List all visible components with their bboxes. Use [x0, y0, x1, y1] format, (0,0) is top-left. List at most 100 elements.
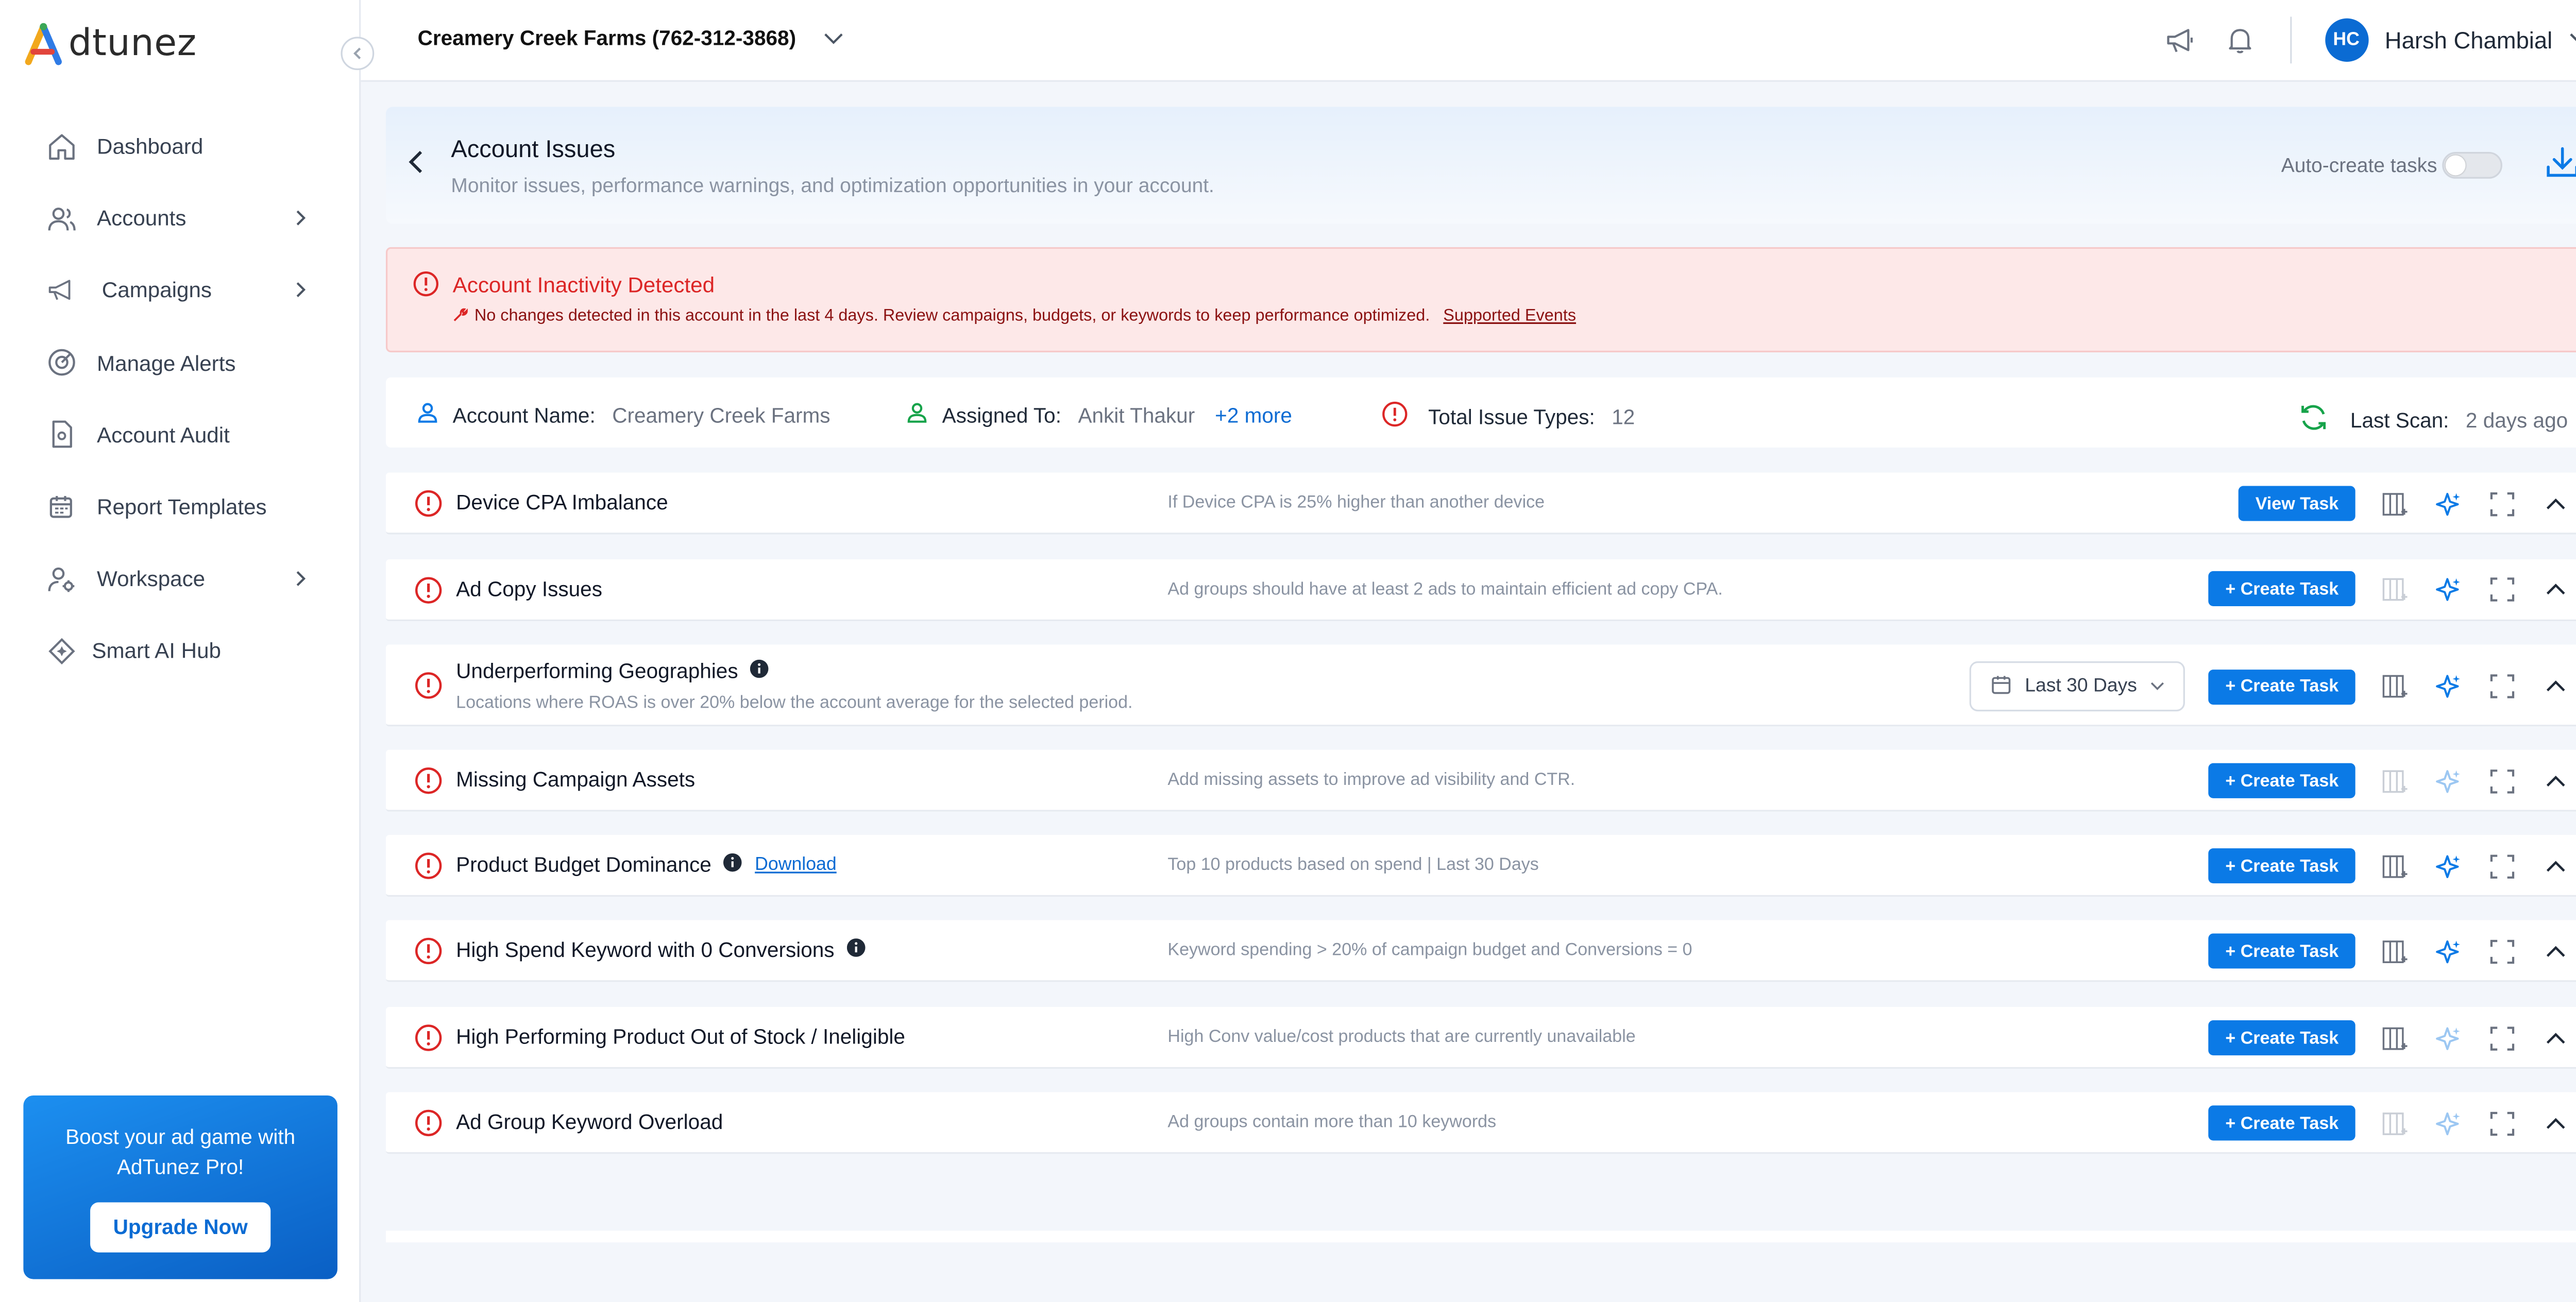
page-subtitle: Monitor issues, performance warnings, an… — [451, 174, 1214, 197]
columns-icon[interactable] — [2382, 1024, 2409, 1051]
sidebar-item-report-templates[interactable]: Report Templates — [0, 471, 361, 543]
columns-icon[interactable] — [2382, 938, 2409, 965]
document-icon — [47, 420, 77, 450]
issue-actions: + Create Task — [2208, 1105, 2569, 1141]
create-task-button[interactable]: + Create Task — [2208, 933, 2355, 969]
issue-row[interactable]: Device CPA Imbalance If Device CPA is 25… — [385, 472, 2576, 535]
chevron-up-icon[interactable] — [2543, 575, 2569, 602]
download-link[interactable]: Download — [755, 855, 837, 875]
alert-circle-icon — [414, 937, 443, 973]
issue-row[interactable]: Product Budget Dominance Download Top 10… — [385, 835, 2576, 897]
columns-icon[interactable] — [2382, 575, 2409, 602]
view-task-button[interactable]: View Task — [2239, 486, 2355, 521]
chevron-down-icon[interactable] — [2569, 25, 2576, 55]
expand-icon[interactable] — [2489, 1110, 2516, 1137]
alert-body-row: No changes detected in this account in t… — [453, 307, 1576, 326]
ai-sparkle-icon[interactable] — [2435, 673, 2462, 700]
expand-icon[interactable] — [2489, 938, 2516, 965]
columns-icon[interactable] — [2382, 767, 2409, 794]
issue-description: If Device CPA is 25% higher than another… — [1167, 492, 1545, 513]
promo-text: Boost your ad game with AdTunez Pro! — [65, 1125, 296, 1179]
columns-icon[interactable] — [2382, 673, 2409, 700]
chevron-up-icon[interactable] — [2543, 490, 2569, 517]
last-scan-label: Last Scan: — [2350, 408, 2449, 432]
create-task-button[interactable]: + Create Task — [2208, 1020, 2355, 1056]
expand-icon[interactable] — [2489, 1024, 2516, 1051]
ai-sparkle-icon[interactable] — [2435, 1024, 2462, 1051]
user-name[interactable]: Harsh Chambial — [2385, 27, 2552, 54]
issue-title: Ad Group Keyword Overload — [456, 1110, 723, 1134]
ai-sparkle-icon[interactable] — [2435, 490, 2462, 517]
download-icon[interactable] — [2544, 144, 2576, 189]
info-icon[interactable] — [846, 938, 865, 962]
account-name-value: Creamery Creek Farms — [612, 403, 831, 427]
ai-sparkle-icon[interactable] — [2435, 938, 2462, 965]
account-selector[interactable]: Creamery Creek Farms (762-312-3868) — [418, 27, 843, 50]
expand-icon[interactable] — [2489, 490, 2516, 517]
create-task-button[interactable]: + Create Task — [2208, 763, 2355, 798]
sparkle-diamond-icon — [47, 636, 77, 666]
issue-actions: + Create Task — [2208, 571, 2569, 606]
expand-icon[interactable] — [2489, 767, 2516, 794]
issue-row[interactable]: High Spend Keyword with 0 Conversions Ke… — [385, 920, 2576, 982]
supported-events-link[interactable]: Supported Events — [1443, 307, 1576, 326]
bell-icon[interactable] — [2219, 20, 2260, 60]
date-range-value: Last 30 Days — [2025, 676, 2137, 697]
alert-title: Account Inactivity Detected — [452, 272, 715, 298]
announcements-icon[interactable] — [2159, 20, 2199, 60]
create-task-button[interactable]: + Create Task — [2208, 571, 2355, 606]
expand-icon[interactable] — [2489, 673, 2516, 700]
users-icon — [47, 203, 77, 233]
issue-row[interactable]: Missing Campaign Assets Add missing asse… — [385, 749, 2576, 812]
chevron-up-icon[interactable] — [2543, 1110, 2569, 1137]
sidebar-item-dashboard[interactable]: Dashboard — [0, 110, 361, 182]
ai-sparkle-icon[interactable] — [2435, 852, 2462, 879]
assigned-to-value: Ankit Thakur — [1078, 403, 1195, 427]
alert-circle-icon — [414, 489, 443, 526]
create-task-button[interactable]: + Create Task — [2208, 669, 2355, 704]
create-task-button[interactable]: + Create Task — [2208, 1105, 2355, 1141]
assigned-more-link[interactable]: +2 more — [1215, 403, 1292, 426]
issue-row[interactable]: Ad Group Keyword Overload Ad groups cont… — [385, 1092, 2576, 1154]
chevron-down-icon — [2150, 676, 2165, 696]
avatar[interactable]: HC — [2325, 18, 2368, 62]
target-icon — [47, 348, 77, 378]
columns-icon[interactable] — [2382, 490, 2409, 517]
alert-circle-icon — [1381, 401, 1408, 433]
sidebar-item-manage-alerts[interactable]: Manage Alerts — [0, 327, 361, 399]
chevron-up-icon[interactable] — [2543, 938, 2569, 965]
refresh-icon[interactable] — [2297, 401, 2330, 439]
ai-sparkle-icon[interactable] — [2435, 767, 2462, 794]
back-arrow-icon[interactable] — [406, 149, 426, 184]
sidebar-item-accounts[interactable]: Accounts — [0, 182, 361, 254]
ai-sparkle-icon[interactable] — [2435, 575, 2462, 602]
columns-icon[interactable] — [2382, 1110, 2409, 1137]
columns-icon[interactable] — [2382, 852, 2409, 879]
info-icon[interactable] — [750, 659, 768, 683]
auto-create-toggle[interactable] — [2442, 152, 2502, 179]
sidebar-item-label: Accounts — [97, 205, 187, 231]
issue-row[interactable]: Ad Copy Issues Ad groups should have at … — [385, 559, 2576, 622]
page-title: Account Issues — [451, 136, 616, 164]
chevron-up-icon[interactable] — [2543, 852, 2569, 879]
ai-sparkle-icon[interactable] — [2435, 1110, 2462, 1137]
sidebar-item-workspace[interactable]: Workspace — [0, 543, 361, 615]
create-task-button[interactable]: + Create Task — [2208, 848, 2355, 884]
logo[interactable]: dtunez — [23, 16, 196, 70]
upgrade-now-button[interactable]: Upgrade Now — [90, 1202, 271, 1253]
chevron-up-icon[interactable] — [2543, 1024, 2569, 1051]
issue-row[interactable]: Underperforming Geographies Locations wh… — [385, 644, 2576, 727]
info-icon[interactable] — [723, 853, 742, 877]
account-name-group: Account Name: Creamery Creek Farms — [416, 401, 831, 429]
sidebar-item-campaigns[interactable]: Campaigns — [0, 254, 361, 327]
date-range-select[interactable]: Last 30 Days — [1970, 661, 2185, 712]
issue-row[interactable]: High Performing Product Out of Stock / I… — [385, 1007, 2576, 1069]
expand-icon[interactable] — [2489, 852, 2516, 879]
expand-icon[interactable] — [2489, 575, 2516, 602]
chevron-up-icon[interactable] — [2543, 767, 2569, 794]
sidebar-item-smart-ai-hub[interactable]: Smart AI Hub — [0, 615, 361, 687]
account-selector-label: Creamery Creek Farms (762-312-3868) — [417, 26, 796, 50]
sidebar-item-account-audit[interactable]: Account Audit — [0, 399, 361, 471]
chevron-up-icon[interactable] — [2543, 673, 2569, 700]
collapse-sidebar-button[interactable] — [341, 37, 375, 71]
